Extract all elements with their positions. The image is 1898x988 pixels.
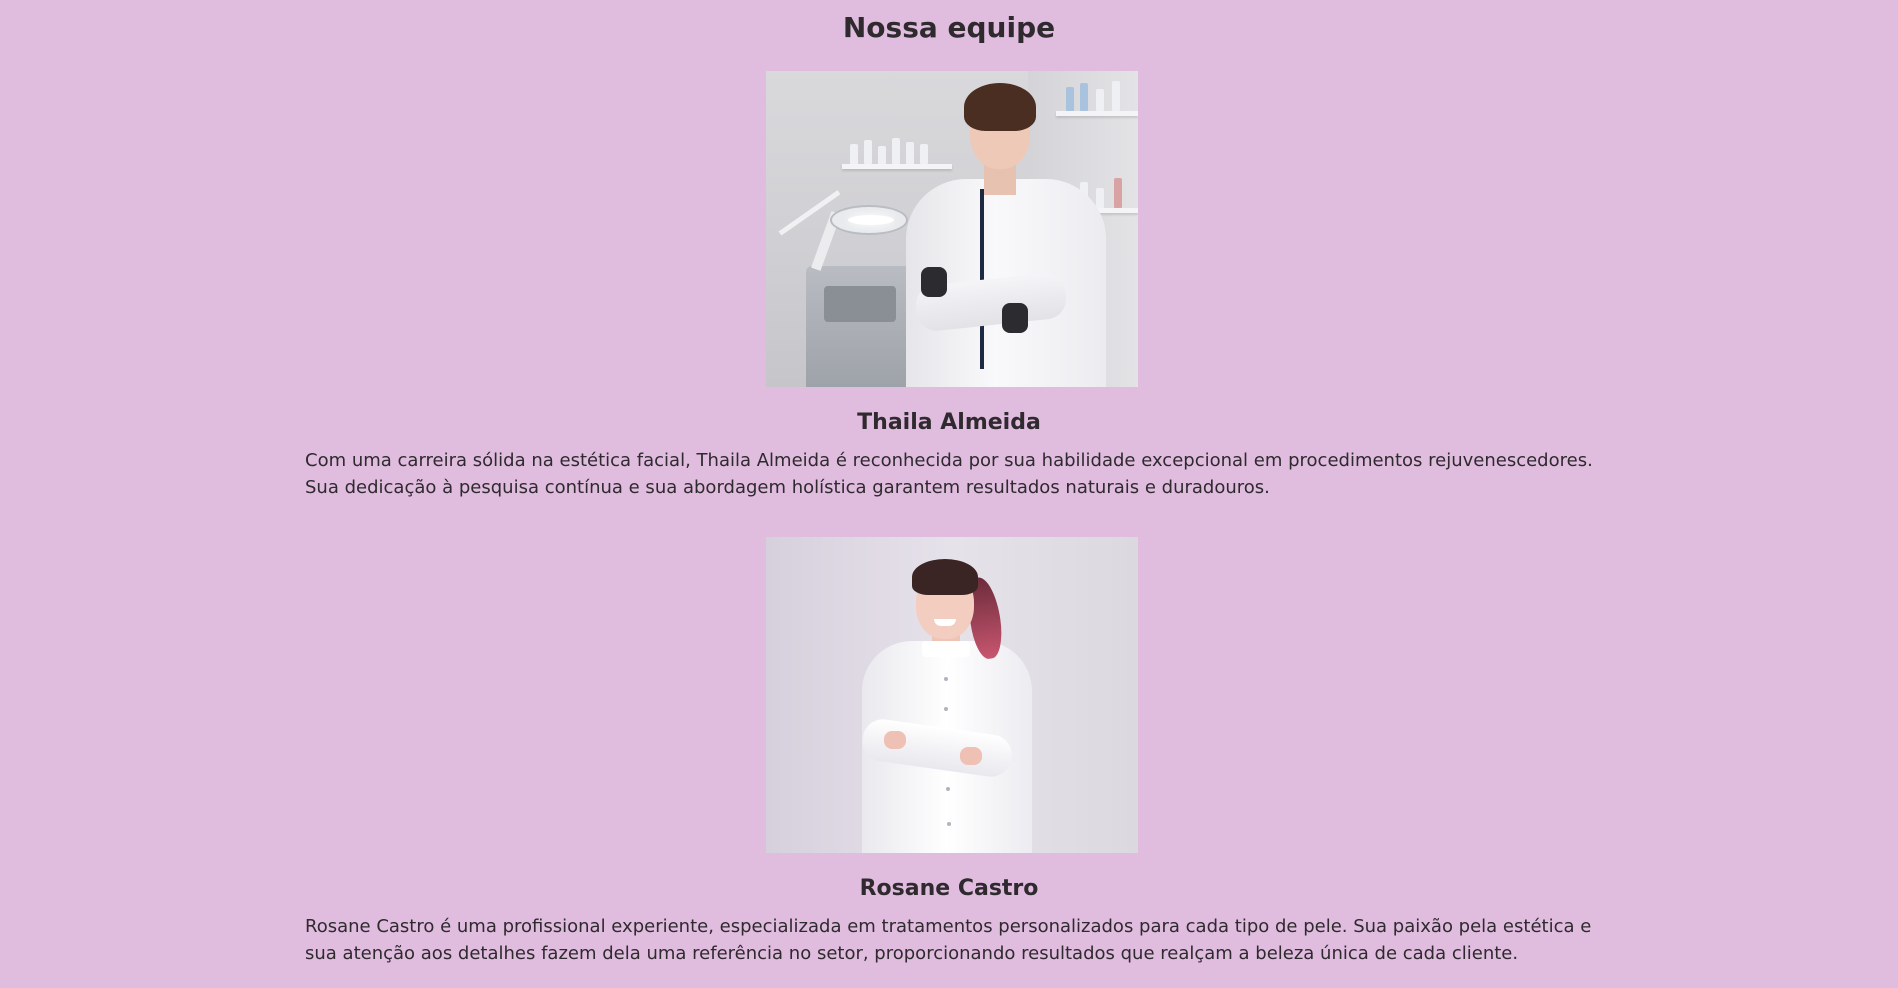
member-photo [766, 537, 1138, 853]
page-title: Nossa equipe [842, 11, 1056, 44]
member-name: Rosane Castro [859, 876, 1039, 901]
member-bio: Rosane Castro é uma profissional experie… [305, 913, 1605, 967]
member-bio-line: Sua dedicação à pesquisa contínua e sua … [305, 477, 1270, 498]
member-photo [766, 71, 1138, 387]
member-bio-line: Com uma carreira sólida na estética faci… [305, 450, 1593, 471]
member-bio-line: Rosane Castro é uma profissional experie… [305, 916, 1592, 937]
team-member-card: Thaila Almeida Com uma carreira sólida n… [0, 71, 1898, 501]
member-bio: Com uma carreira sólida na estética faci… [305, 447, 1605, 501]
member-name: Thaila Almeida [857, 410, 1041, 435]
member-bio-line: sua atenção aos detalhes fazem dela uma … [305, 943, 1519, 964]
team-page: Nossa equipe Thaila Almeida Com uma carr… [0, 0, 1898, 988]
team-member-card: Rosane Castro Rosane Castro é uma profis… [0, 537, 1898, 967]
